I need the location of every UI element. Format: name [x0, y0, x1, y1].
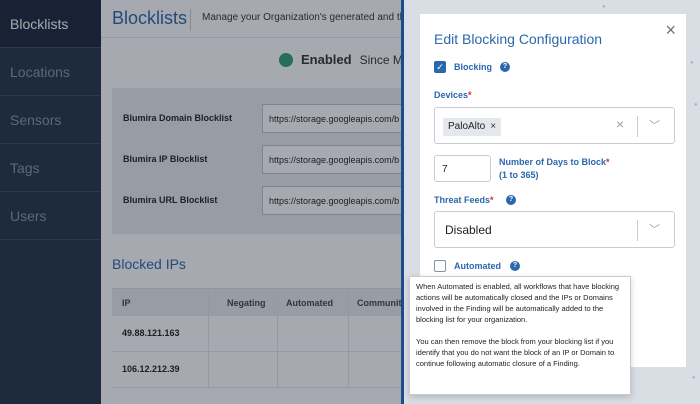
help-icon[interactable]: ?: [500, 62, 510, 72]
days-label-text: Number of Days to Block: [499, 157, 607, 167]
device-tag: PaloAlto ×: [443, 118, 502, 136]
threat-feeds-value: Disabled: [445, 223, 492, 237]
decorative-dot-icon: ●: [690, 60, 694, 66]
select-divider: [637, 220, 638, 241]
clear-icon[interactable]: ×: [616, 116, 624, 132]
decorative-dot-icon: ●: [694, 102, 698, 108]
modal-backdrop[interactable]: [0, 0, 403, 404]
threat-feeds-select[interactable]: Disabled ﹀: [434, 211, 675, 248]
days-label: Number of Days to Block*: [499, 157, 610, 167]
blocking-label: Blocking: [454, 62, 493, 72]
threat-feeds-label-text: Threat Feeds: [434, 195, 491, 205]
remove-tag-icon[interactable]: ×: [490, 121, 496, 132]
days-to-block-input[interactable]: 7: [434, 155, 491, 182]
required-marker: *: [490, 195, 494, 205]
automated-tooltip: When Automated is enabled, all workflows…: [409, 276, 631, 395]
days-hint: (1 to 365): [499, 170, 539, 180]
help-icon[interactable]: ?: [506, 195, 516, 205]
device-tag-label: PaloAlto: [448, 121, 486, 132]
help-icon[interactable]: ?: [510, 261, 520, 271]
decorative-dot-icon: ●: [692, 375, 696, 381]
close-icon[interactable]: ×: [665, 20, 676, 41]
automated-checkbox[interactable]: [434, 260, 446, 272]
blocking-checkbox[interactable]: ✓: [434, 61, 446, 73]
chevron-down-icon[interactable]: ﹀: [649, 221, 660, 237]
devices-select[interactable]: PaloAlto × × ﹀: [434, 107, 675, 144]
threat-feeds-label: Threat Feeds*: [434, 195, 494, 205]
decorative-dot-icon: ●: [602, 4, 606, 10]
panel-title: Edit Blocking Configuration: [434, 31, 603, 47]
devices-label-text: Devices: [434, 90, 469, 100]
required-marker: *: [606, 157, 610, 167]
devices-label: Devices*: [434, 90, 472, 100]
required-marker: *: [468, 90, 472, 100]
automated-label: Automated: [454, 261, 501, 271]
select-divider: [637, 116, 638, 137]
chevron-down-icon[interactable]: ﹀: [649, 117, 660, 133]
tooltip-paragraph: When Automated is enabled, all workflows…: [416, 282, 620, 324]
tooltip-paragraph: You can then remove the block from your …: [416, 337, 615, 368]
